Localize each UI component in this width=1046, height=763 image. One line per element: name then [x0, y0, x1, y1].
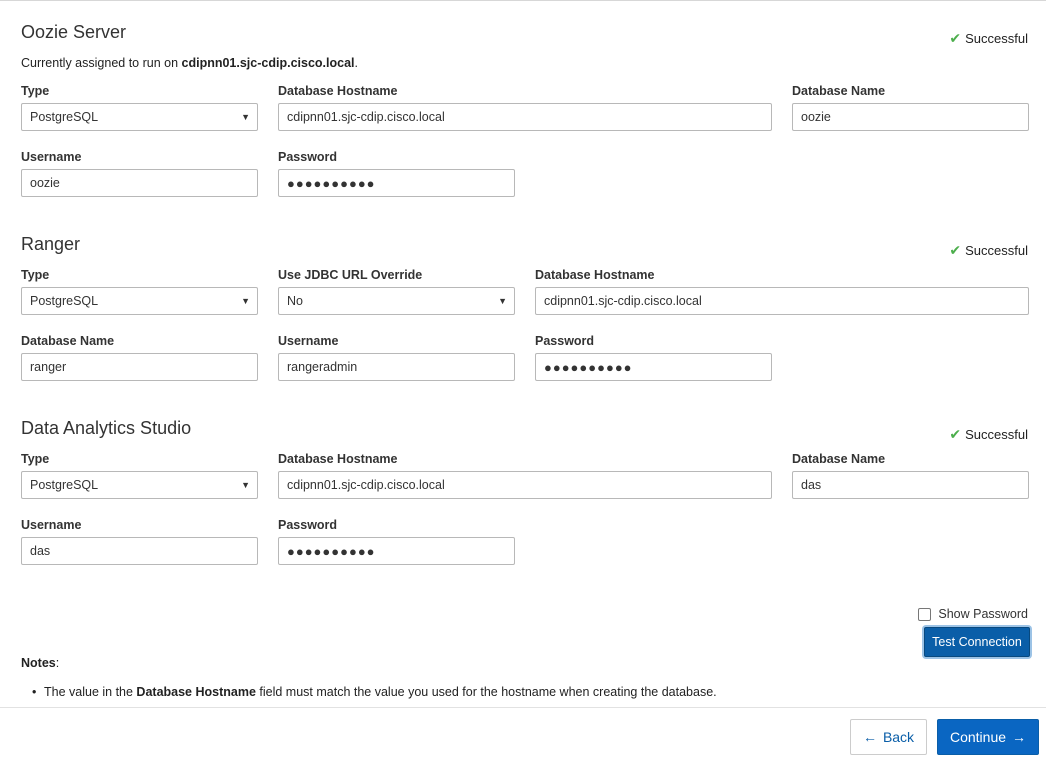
ranger-status: ✔ Successful	[949, 242, 1028, 259]
ranger-dbname-label: Database Name	[21, 334, 115, 348]
das-username-input[interactable]: das	[21, 537, 258, 565]
chevron-down-icon: ▼	[241, 480, 250, 490]
ranger-password-input[interactable]: ●●●●●●●●●●	[535, 353, 772, 381]
ranger-password-label: Password	[535, 334, 595, 348]
note-item: The value in the Database Hostname field…	[32, 683, 1024, 703]
ranger-type-value: PostgreSQL	[30, 294, 99, 308]
oozie-status: ✔ Successful	[949, 30, 1028, 47]
ranger-jdbc-value: No	[287, 294, 303, 308]
ranger-hostname-input[interactable]: cdipnn01.sjc-cdip.cisco.local	[535, 287, 1029, 315]
ranger-status-text: Successful	[965, 243, 1028, 258]
das-username-label: Username	[21, 518, 82, 532]
das-type-select[interactable]: PostgreSQL ▼	[21, 471, 258, 499]
oozie-dbname-label: Database Name	[792, 84, 886, 98]
ranger-jdbc-label: Use JDBC URL Override	[278, 268, 423, 282]
back-button[interactable]: ← Back	[850, 719, 927, 755]
oozie-dbname-input[interactable]: oozie	[792, 103, 1029, 131]
show-password-toggle[interactable]: Show Password	[918, 607, 1028, 621]
oozie-type-label: Type	[21, 84, 50, 98]
oozie-password-label: Password	[278, 150, 338, 164]
check-icon: ✔	[949, 426, 962, 442]
notes-heading-text: Notes	[21, 656, 56, 670]
note-text: The value in the	[44, 685, 137, 699]
arrow-left-icon: ←	[862, 729, 877, 745]
oozie-username-label: Username	[21, 150, 82, 164]
continue-button-label: Continue	[949, 729, 1007, 745]
chevron-down-icon: ▼	[498, 296, 507, 306]
assigned-suffix: .	[354, 56, 358, 70]
continue-button[interactable]: Continue →	[937, 719, 1039, 755]
oozie-hostname-label: Database Hostname	[278, 84, 398, 98]
back-button-label: Back	[882, 729, 915, 745]
notes-heading-colon: :	[55, 656, 60, 670]
note-bold-text: Database Hostname	[136, 685, 256, 699]
ranger-dbname-input[interactable]: ranger	[21, 353, 258, 381]
assigned-host: cdipnn01.sjc-cdip.cisco.local	[181, 56, 355, 70]
das-hostname-input[interactable]: cdipnn01.sjc-cdip.cisco.local	[278, 471, 772, 499]
check-icon: ✔	[949, 30, 962, 46]
show-password-checkbox[interactable]	[918, 607, 932, 621]
show-password-label: Show Password	[938, 607, 1028, 621]
oozie-type-select[interactable]: PostgreSQL ▼	[21, 103, 258, 131]
notes-list: The value in the Database Hostname field…	[32, 683, 1024, 703]
das-type-value: PostgreSQL	[30, 478, 99, 492]
notes-heading: Notes:	[21, 656, 59, 670]
ranger-jdbc-select[interactable]: No ▼	[278, 287, 515, 315]
check-icon: ✔	[949, 242, 962, 258]
oozie-username-input[interactable]: oozie	[21, 169, 258, 197]
das-status: ✔ Successful	[949, 426, 1028, 443]
test-connection-button[interactable]: Test Connection	[924, 627, 1030, 657]
ranger-type-label: Type	[21, 268, 50, 282]
das-password-input[interactable]: ●●●●●●●●●●	[278, 537, 515, 565]
ranger-section-title: Ranger	[21, 234, 81, 254]
das-status-text: Successful	[965, 427, 1028, 442]
ranger-username-label: Username	[278, 334, 339, 348]
das-password-label: Password	[278, 518, 338, 532]
ranger-username-input[interactable]: rangeradmin	[278, 353, 515, 381]
chevron-down-icon: ▼	[241, 296, 250, 306]
assigned-prefix: Currently assigned to run on	[21, 56, 182, 70]
das-section-title: Data Analytics Studio	[21, 418, 192, 438]
oozie-type-value: PostgreSQL	[30, 110, 99, 124]
oozie-section-title: Oozie Server	[21, 22, 127, 42]
oozie-status-text: Successful	[965, 31, 1028, 46]
das-hostname-label: Database Hostname	[278, 452, 398, 466]
oozie-assigned-text: Currently assigned to run on cdipnn01.sj…	[21, 56, 358, 70]
top-divider	[0, 0, 1046, 3]
oozie-password-input[interactable]: ●●●●●●●●●●	[278, 169, 515, 197]
ranger-type-select[interactable]: PostgreSQL ▼	[21, 287, 258, 315]
chevron-down-icon: ▼	[241, 112, 250, 122]
das-dbname-input[interactable]: das	[792, 471, 1029, 499]
notes-region: The value in the Database Hostname field…	[0, 683, 1046, 707]
wizard-footer: ← Back Continue →	[0, 707, 1046, 763]
ranger-hostname-label: Database Hostname	[535, 268, 655, 282]
note-text: field must match the value you used for …	[255, 685, 717, 699]
arrow-right-icon: →	[1012, 729, 1027, 745]
das-type-label: Type	[21, 452, 50, 466]
oozie-hostname-input[interactable]: cdipnn01.sjc-cdip.cisco.local	[278, 103, 772, 131]
das-dbname-label: Database Name	[792, 452, 886, 466]
